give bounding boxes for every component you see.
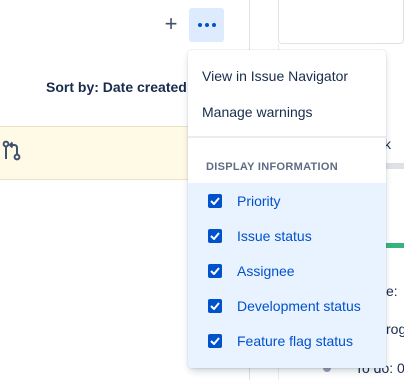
option-assignee[interactable]: Assignee — [188, 253, 386, 288]
checkbox-checked-icon[interactable] — [208, 298, 222, 313]
menu-divider — [188, 136, 386, 138]
option-label: Assignee — [237, 262, 295, 279]
checkbox-checked-icon[interactable] — [208, 193, 222, 208]
background-fragment-3: rog — [386, 321, 404, 337]
display-options: Priority Issue status Assignee Developme… — [188, 183, 386, 368]
checkbox-checked-icon[interactable] — [208, 263, 222, 278]
sort-label[interactable]: Sort by: Date created — [46, 79, 187, 95]
background-fragment-2: e: — [386, 283, 398, 299]
option-issue-status[interactable]: Issue status — [188, 218, 386, 253]
option-development-status[interactable]: Development status — [188, 288, 386, 323]
background-progress-bar — [384, 243, 404, 248]
more-actions-menu: View in Issue Navigator Manage warnings … — [188, 50, 386, 368]
more-actions-button[interactable] — [189, 8, 224, 42]
option-label: Development status — [237, 297, 361, 314]
option-label: Issue status — [237, 227, 312, 244]
checkbox-checked-icon[interactable] — [208, 228, 222, 243]
pull-request-icon — [2, 140, 21, 161]
option-feature-flag-status[interactable]: Feature flag status — [188, 323, 386, 358]
option-priority[interactable]: Priority — [188, 183, 386, 218]
section-heading-display-information: DISPLAY INFORMATION — [206, 161, 339, 173]
background-progress-track — [384, 163, 404, 169]
option-label: Priority — [237, 192, 281, 209]
more-horizontal-icon — [197, 23, 216, 27]
menu-item-view-in-issue-navigator[interactable]: View in Issue Navigator — [188, 58, 386, 94]
option-label: Feature flag status — [237, 332, 353, 349]
checkbox-checked-icon[interactable] — [208, 333, 222, 348]
add-button[interactable]: + — [160, 11, 182, 39]
right-panel-card — [278, 0, 404, 44]
menu-item-manage-warnings[interactable]: Manage warnings — [188, 94, 386, 130]
